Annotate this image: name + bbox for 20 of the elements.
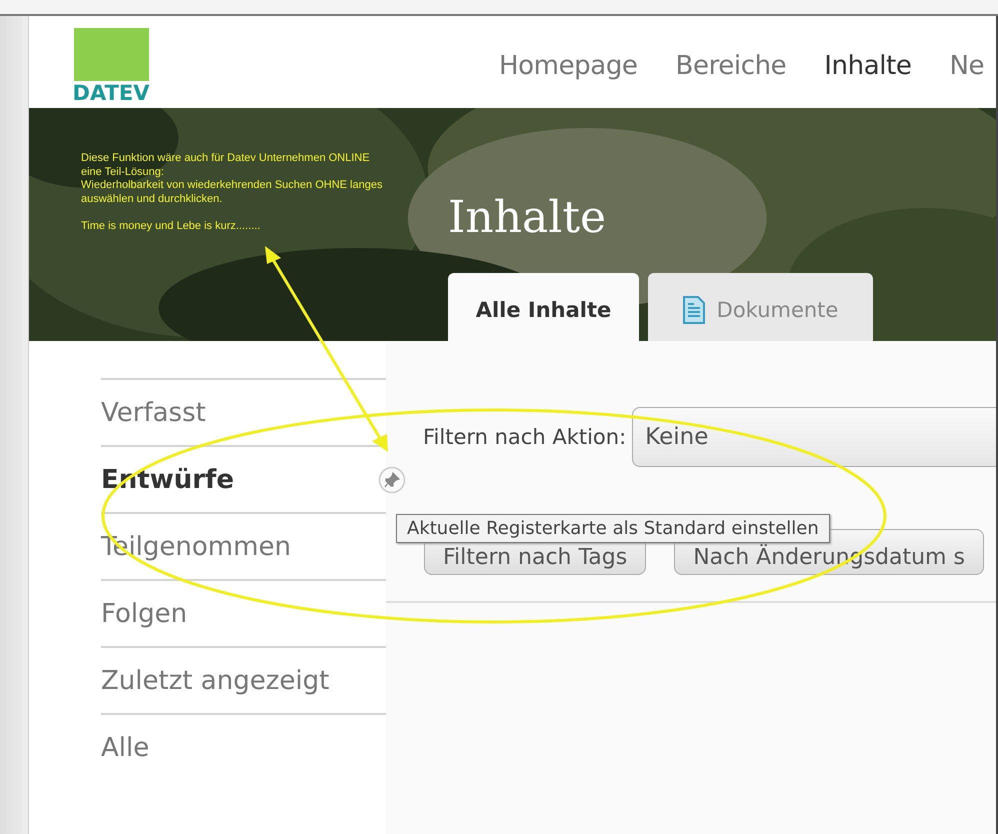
nav-link[interactable]: Homepage (499, 51, 638, 81)
action-dropdown[interactable]: Keine (632, 407, 996, 467)
nav-link[interactable]: Ne (949, 51, 984, 81)
sidebar-item[interactable]: Alle (101, 732, 150, 762)
sidebar-item[interactable]: Zuletzt angezeigt (101, 666, 330, 696)
tooltip: Aktuelle Registerkarte als Standard einstellen (396, 514, 830, 543)
logo-icon (74, 28, 148, 81)
tab[interactable]: Alle Inhalte (448, 273, 639, 341)
filter-label: Filtern nach Aktion: (423, 425, 626, 449)
nav-link[interactable]: Inhalte (824, 51, 912, 81)
sidebar-item[interactable]: Folgen (101, 598, 188, 628)
page-title: Inhalte (448, 191, 606, 245)
logo-text: DATEV (72, 81, 150, 105)
annotation-note: Time is money und Lebe is kurz........ (81, 220, 260, 232)
sidebar-item[interactable]: Verfasst (101, 398, 206, 428)
nav-link[interactable]: Bereiche (676, 51, 786, 81)
document-icon (682, 296, 705, 324)
tab[interactable]: Dokumente (648, 273, 873, 341)
annotation-note: Diese Funktion wäre auch für Datev Unternehmen ONLINE eine Teil-Lösung: Wiederholbarkeit von wiederkehrenden Suchen OHNE langes auswählen und durchklicken. (81, 152, 382, 206)
pin-icon[interactable] (378, 466, 406, 494)
